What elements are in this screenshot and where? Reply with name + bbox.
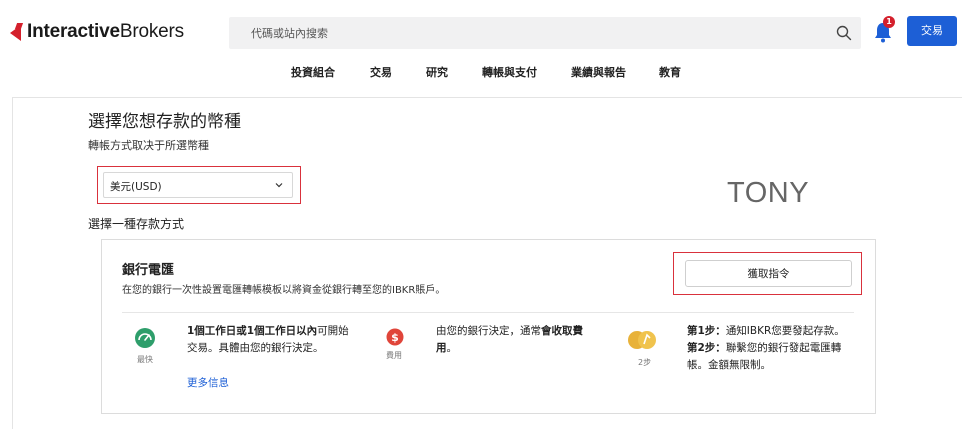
page-subtitle: 轉帳方式取决于所選幣種 xyxy=(88,139,209,152)
speed-text: 1個工作日或1個工作日以內可開始 交易。具體由您的銀行決定。 xyxy=(187,325,349,354)
two-steps-icon xyxy=(628,331,656,349)
speedometer-icon xyxy=(135,328,155,348)
nav-item-performance-reports[interactable]: 業績與報告 xyxy=(571,64,626,80)
wire-description: 在您的銀行一次性設置電匯轉帳模板以將資金從銀行轉至您的IBKR賬戶。 xyxy=(122,285,446,296)
currency-select[interactable]: 美元(USD) xyxy=(103,172,293,198)
search-icon[interactable] xyxy=(835,24,853,42)
fee-caption: 費用 xyxy=(386,351,402,360)
steps-caption: 2步 xyxy=(638,358,652,367)
top-bar: InteractiveBrokers 代碼或站內搜索 1 交易 xyxy=(0,0,972,60)
card-divider xyxy=(122,312,854,313)
header-divider xyxy=(12,97,962,98)
nav-item-trade[interactable]: 交易 xyxy=(370,64,392,80)
wire-title: 銀行電匯 xyxy=(122,263,175,278)
ib-logo-mark-icon xyxy=(10,23,24,41)
search-input[interactable]: 代碼或站內搜索 xyxy=(229,17,861,49)
main-nav: 投資組合 交易 研究 轉帳與支付 業績與報告 教育 xyxy=(0,64,972,84)
currency-select-value: 美元(USD) xyxy=(110,181,162,193)
search-placeholder: 代碼或站內搜索 xyxy=(251,27,328,40)
dollar-fee-icon: $ xyxy=(386,328,404,346)
chevron-down-icon xyxy=(275,183,283,188)
nav-item-portfolio[interactable]: 投資組合 xyxy=(291,64,335,80)
logo-text: InteractiveBrokers xyxy=(27,21,184,42)
notification-count-badge: 1 xyxy=(883,16,895,28)
deposit-method-label: 選擇一種存款方式 xyxy=(88,217,185,231)
fee-text: 由您的銀行決定，通常會收取費 用。 xyxy=(436,325,583,354)
ib-logo[interactable]: InteractiveBrokers xyxy=(10,20,184,44)
nav-item-research[interactable]: 研究 xyxy=(426,64,448,80)
steps-text: 第1步：通知IBKR您要發起存款。 第2步：聯繫您的銀行發起電匯轉 帳。金額無限… xyxy=(687,325,845,371)
more-info-link[interactable]: 更多信息 xyxy=(187,375,229,390)
content-left-border xyxy=(12,98,13,429)
name-watermark: TONY xyxy=(727,177,810,209)
nav-item-education[interactable]: 教育 xyxy=(659,64,681,80)
trade-button[interactable]: 交易 xyxy=(907,16,957,46)
page-title: 選擇您想存款的幣種 xyxy=(88,112,241,132)
svg-text:$: $ xyxy=(391,331,399,344)
get-instructions-button[interactable]: 獲取指令 xyxy=(685,260,852,287)
speed-caption: 最快 xyxy=(137,355,153,364)
nav-item-transfer-pay[interactable]: 轉帳與支付 xyxy=(482,64,537,80)
